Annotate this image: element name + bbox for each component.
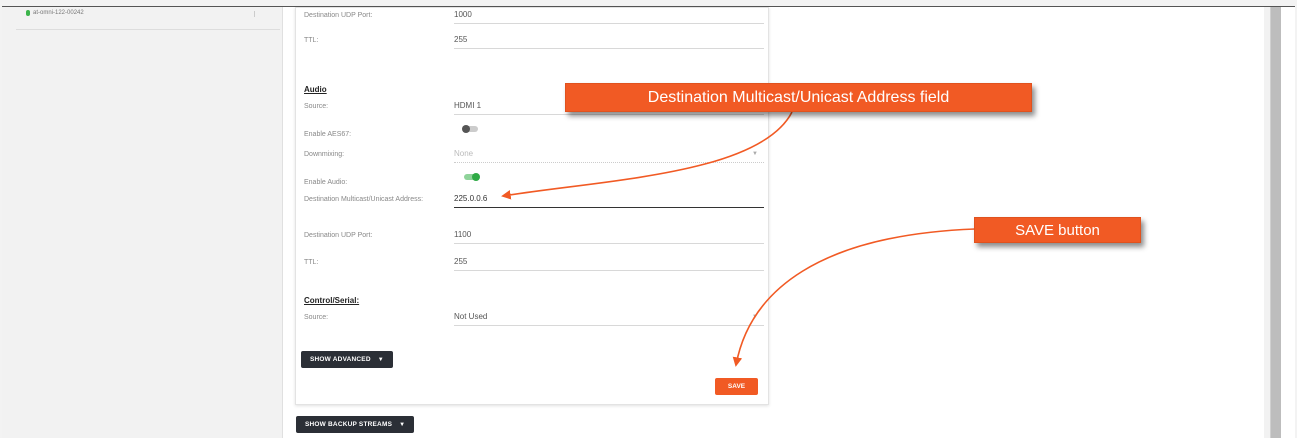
status-dot-icon [26,10,30,16]
field-label: TTL: [304,259,319,266]
chevron-down-icon: ▼ [752,151,758,157]
enable-audio-toggle[interactable] [462,173,480,181]
sidebar: at-omni-122-00242 [2,7,283,438]
ttl-input-top[interactable]: 255 [454,35,764,49]
field-label: TTL: [304,37,319,44]
aes67-toggle[interactable] [462,125,480,133]
app-window: at-omni-122-00242 Destination UDP Port: … [0,0,1297,438]
field-label: Enable AES67: [304,131,352,138]
field-label: Source: [304,314,329,321]
sidebar-divider [254,11,255,17]
dest-address-input[interactable]: 225.0.0.6 [454,194,764,208]
device-list-item[interactable]: at-omni-122-00242 [26,10,84,16]
toggle-thumb [462,125,470,133]
stream-settings-card: Destination UDP Port: 1000 TTL: 255 Audi… [295,7,769,405]
control-serial-heading: Control/Serial: [304,296,360,305]
field-label: Destination Multicast/Unicast Address: [304,196,424,203]
scrollbar[interactable] [1270,7,1281,438]
field-label: Source: [304,103,329,110]
chevron-down-icon: ▼ [399,421,406,428]
show-advanced-button[interactable]: SHOW ADVANCED ▼ [301,351,393,368]
field-label: Downmixing: [304,151,345,158]
control-source-select[interactable]: Not Used ▼ [454,312,764,326]
udp-port-input-top[interactable]: 1000 [454,10,764,24]
field-label: Destination UDP Port: [304,232,373,239]
save-button[interactable]: SAVE [715,378,758,395]
show-backup-label: SHOW BACKUP STREAMS [305,421,393,428]
downmixing-value: None [454,149,474,158]
address-callout-label: Destination Multicast/Unicast Address fi… [565,83,1032,112]
show-backup-streams-button[interactable]: SHOW BACKUP STREAMS ▼ [296,416,415,433]
chevron-down-icon: ▼ [752,314,758,320]
downmixing-select[interactable]: None ▼ [454,149,764,163]
audio-udp-port-input[interactable]: 1100 [454,230,764,244]
save-callout-label: SAVE button [974,217,1141,243]
chevron-down-icon: ▼ [377,356,384,363]
field-label: Enable Audio: [304,179,348,186]
device-name: at-omni-122-00242 [33,10,84,16]
audio-heading: Audio [304,85,327,94]
toggle-thumb [472,173,480,181]
field-label: Destination UDP Port: [304,12,373,19]
sidebar-separator [16,29,280,30]
control-source-value: Not Used [454,312,488,321]
audio-ttl-input[interactable]: 255 [454,257,764,271]
show-advanced-label: SHOW ADVANCED [310,356,371,363]
